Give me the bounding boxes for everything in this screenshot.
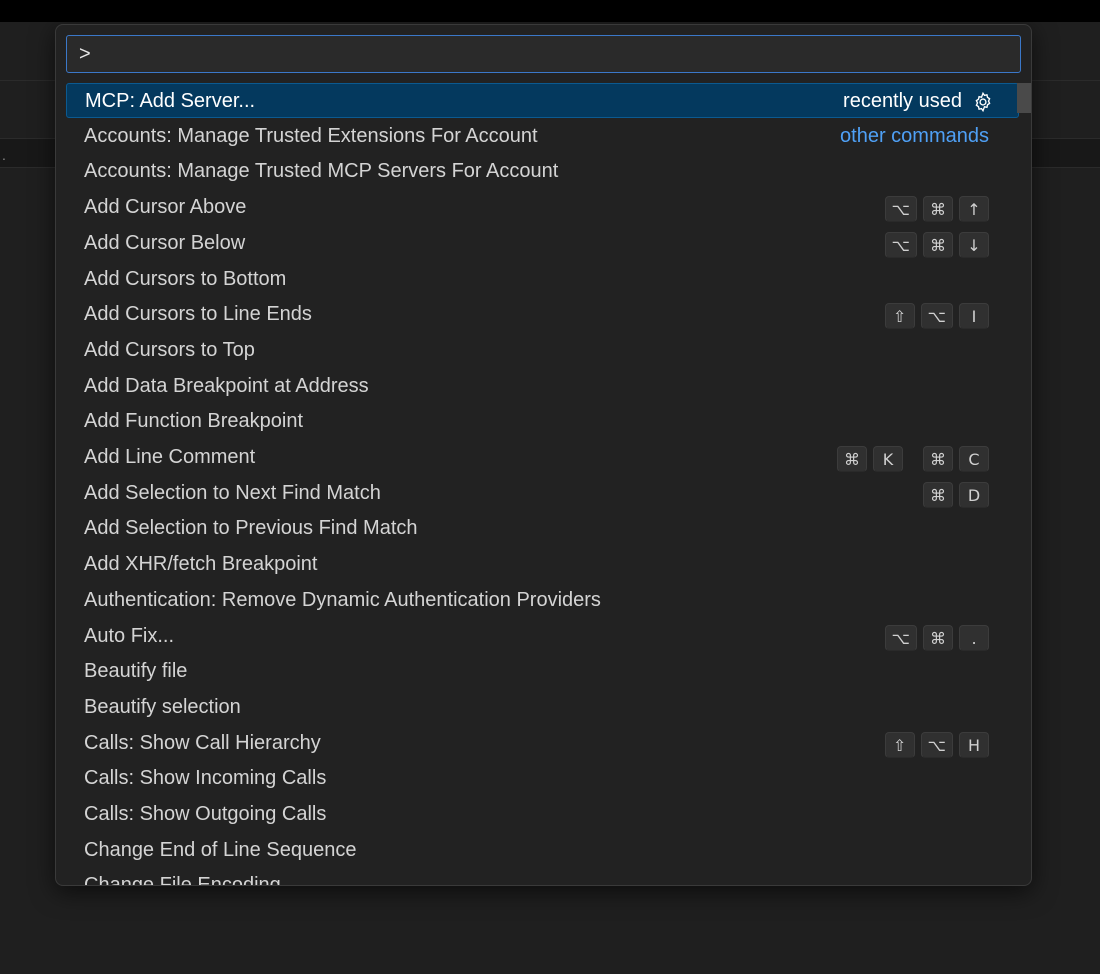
command-item[interactable]: Add Selection to Previous Find Match — [66, 511, 1019, 546]
command-item[interactable]: Add Line Comment ⌘ K ⌘ C — [66, 440, 1019, 475]
command-item[interactable]: Authentication: Remove Dynamic Authentic… — [66, 583, 1019, 618]
command-label: Calls: Show Call Hierarchy — [84, 732, 321, 754]
scrollbar-thumb[interactable] — [1017, 83, 1031, 113]
keybinding-key: ⌘ — [923, 482, 953, 508]
keybinding-key: ⌘ — [923, 232, 953, 258]
keybinding: ⌥ ⌘ ↑ — [884, 196, 989, 222]
command-input[interactable] — [67, 36, 1020, 72]
keybinding-key: ⌘ — [837, 446, 867, 472]
command-input-box[interactable] — [66, 35, 1021, 73]
command-item[interactable]: Calls: Show Incoming Calls — [66, 761, 1019, 796]
command-meta: ⌘ K ⌘ C — [837, 446, 989, 472]
command-item[interactable]: Beautify file — [66, 654, 1019, 689]
command-list[interactable]: MCP: Add Server... recently used Accounts:… — [66, 83, 1021, 885]
other-commands-label: other commands — [840, 125, 989, 147]
command-meta: ⇧ ⌥ H — [884, 732, 989, 758]
keybinding-key: ↓ — [959, 232, 989, 258]
command-label: Add Line Comment — [84, 446, 256, 468]
title-bar — [0, 0, 1100, 22]
command-meta: ⌥ ⌘ ↑ — [884, 196, 989, 222]
keybinding-key: K — [873, 446, 903, 472]
command-item[interactable]: Add Cursors to Top — [66, 333, 1019, 368]
keybinding-key: ⌘ — [923, 196, 953, 222]
command-item[interactable]: Add Data Breakpoint at Address — [66, 369, 1019, 404]
keybinding: ⌥ ⌘ ↓ — [884, 232, 989, 258]
command-meta: ⇧ ⌥ I — [884, 303, 989, 329]
keybinding-key: D — [959, 482, 989, 508]
command-item[interactable]: Auto Fix... ⌥ ⌘. — [66, 619, 1019, 654]
command-label: Add Function Breakpoint — [84, 410, 304, 432]
command-label: Beautify selection — [84, 696, 241, 718]
keybinding-key: ⌥ — [884, 625, 917, 651]
command-item[interactable]: Accounts: Manage Trusted MCP Servers For… — [66, 154, 1019, 189]
command-label: Add Cursors to Top — [84, 339, 255, 361]
command-meta: ⌘ D — [923, 482, 989, 508]
command-label: Add Cursors to Bottom — [84, 268, 287, 290]
keybinding-key: ⌥ — [920, 303, 953, 329]
keybinding-key: ⌘ — [923, 625, 953, 651]
command-meta: other commands — [840, 125, 989, 148]
command-label: MCP: Add Server... — [85, 90, 256, 112]
command-label: Add XHR/fetch Breakpoint — [84, 553, 318, 575]
command-label: Change File Encoding — [84, 874, 281, 885]
keybinding-key: ⌥ — [920, 732, 953, 758]
command-item[interactable]: Calls: Show Outgoing Calls — [66, 797, 1019, 832]
command-meta: ⌥ ⌘ ↓ — [884, 232, 989, 258]
keybinding: ⌘ D — [923, 482, 989, 508]
command-item[interactable]: Add Cursor Above ⌥ ⌘ ↑ — [66, 190, 1019, 225]
command-item[interactable]: Change File Encoding — [66, 868, 1019, 885]
keybinding: ⌘ K ⌘ C — [837, 446, 989, 472]
command-item[interactable]: MCP: Add Server... recently used — [66, 83, 1019, 118]
command-label: Authentication: Remove Dynamic Authentic… — [84, 589, 601, 611]
keybinding-key: H — [959, 732, 989, 758]
command-label: Add Cursors to Line Ends — [84, 303, 312, 325]
editor-mark: . — [2, 147, 6, 163]
command-label: Calls: Show Outgoing Calls — [84, 803, 327, 825]
keybinding-key: I — [959, 303, 989, 329]
command-label: Add Cursor Above — [84, 196, 247, 218]
command-label: Add Selection to Next Find Match — [84, 482, 381, 504]
keybinding: ⌥ ⌘. — [884, 625, 989, 651]
command-label: Beautify file — [84, 660, 188, 682]
command-meta: ⌥ ⌘. — [884, 625, 989, 651]
keybinding-key: ⌥ — [884, 196, 917, 222]
keybinding-key: C — [959, 446, 989, 472]
command-item[interactable]: Calls: Show Call Hierarchy ⇧ ⌥ H — [66, 726, 1019, 761]
gear-icon[interactable] — [972, 91, 994, 113]
keybinding-key: ↑ — [959, 196, 989, 222]
command-item[interactable]: Change End of Line Sequence — [66, 833, 1019, 868]
command-item[interactable]: Add Cursors to Line Ends ⇧ ⌥ I — [66, 297, 1019, 332]
keybinding-key: ⇧ — [884, 303, 915, 329]
keybinding-key: ⌘ — [923, 446, 953, 472]
command-item[interactable]: Add Function Breakpoint — [66, 404, 1019, 439]
command-label: Accounts: Manage Trusted Extensions For … — [84, 125, 538, 147]
keybinding-key: . — [959, 625, 989, 651]
command-item[interactable]: Add Cursors to Bottom — [66, 262, 1019, 297]
command-palette: MCP: Add Server... recently used Accounts:… — [55, 24, 1032, 886]
command-item[interactable]: Accounts: Manage Trusted Extensions For … — [66, 119, 1019, 154]
keybinding-key: ⌥ — [884, 232, 917, 258]
command-item[interactable]: Add Selection to Next Find Match ⌘ D — [66, 476, 1019, 511]
command-item[interactable]: Add Cursor Below ⌥ ⌘ ↓ — [66, 226, 1019, 261]
command-label: Auto Fix... — [84, 625, 175, 647]
command-label: Accounts: Manage Trusted MCP Servers For… — [84, 160, 559, 182]
keybinding-key: ⇧ — [884, 732, 915, 758]
command-label: Add Selection to Previous Find Match — [84, 517, 418, 539]
command-label: Change End of Line Sequence — [84, 839, 357, 861]
keybinding: ⇧ ⌥ I — [884, 303, 989, 329]
command-label: Calls: Show Incoming Calls — [84, 767, 327, 789]
keybinding: ⇧ ⌥ H — [884, 732, 989, 758]
command-item[interactable]: Add XHR/fetch Breakpoint — [66, 547, 1019, 582]
command-label: Add Data Breakpoint at Address — [84, 375, 369, 397]
recently-used-label: recently used — [843, 90, 962, 112]
command-meta: recently used — [843, 90, 994, 113]
command-item[interactable]: Beautify selection — [66, 690, 1019, 725]
command-label: Add Cursor Below — [84, 232, 246, 254]
